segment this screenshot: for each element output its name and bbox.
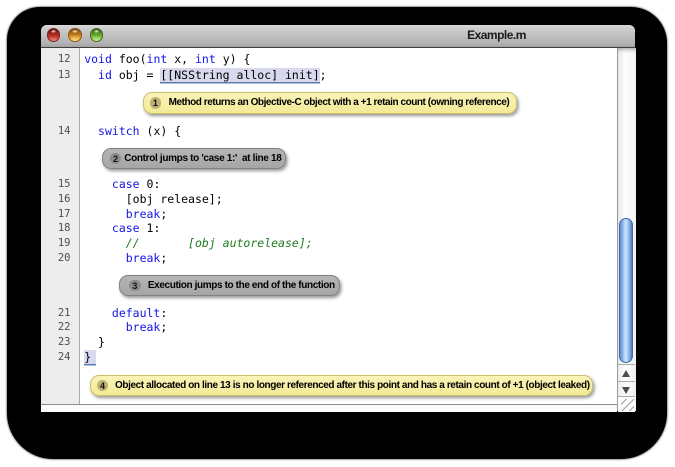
resize-grip[interactable]: [618, 396, 635, 412]
scrollbar-thumb[interactable]: [619, 218, 633, 363]
line-number-gutter: 1112131415161718192021222324: [41, 48, 80, 404]
code-line: case 1:: [84, 221, 160, 236]
code-line: break;: [84, 251, 167, 266]
down-arrow-icon: [622, 387, 630, 394]
code-segment: x,: [167, 52, 195, 66]
code-segment: case: [112, 177, 140, 191]
code-segment: switch: [98, 124, 140, 138]
code-segment: 0:: [140, 177, 161, 191]
code-line: }: [84, 350, 95, 365]
line-number: 14: [58, 124, 71, 139]
line-number: 24: [58, 350, 71, 365]
code-segment: foo(: [112, 52, 147, 66]
zoom-button[interactable]: [90, 28, 104, 42]
code-segment: id: [98, 68, 112, 82]
code-line: break;: [84, 320, 167, 335]
bubble-text: Control jumps to 'case 1:' at line 18: [124, 149, 281, 169]
bubble-text: Execution jumps to the end of the functi…: [148, 276, 335, 296]
line-number: 23: [58, 335, 71, 350]
code-segment: [84, 221, 112, 235]
code-segment: :: [160, 306, 167, 320]
analyzer-bubble-2[interactable]: 2Control jumps to 'case 1:' at line 18: [102, 148, 286, 170]
code-line: case 0:: [84, 177, 160, 192]
code-segment: [84, 320, 126, 334]
scroll-up-button[interactable]: [618, 364, 635, 381]
analyzer-bubble-4[interactable]: 4 Object allocated on line 13 is no longe…: [90, 375, 594, 397]
code-segment: int: [147, 52, 168, 66]
code-segment: (x) {: [140, 124, 182, 138]
code-segment: [84, 68, 98, 82]
close-button[interactable]: [47, 28, 61, 42]
step-badge: 1: [150, 97, 162, 109]
code-segment: ;: [320, 68, 327, 82]
code-segment: default: [112, 306, 160, 320]
code-segment: ;: [160, 207, 167, 221]
highlighted-code: }: [84, 350, 95, 364]
line-number: 13: [58, 68, 71, 83]
horizontal-scrollbar-track[interactable]: [41, 404, 617, 412]
code-segment: case: [112, 221, 140, 235]
highlighted-code: [[NSString alloc] init]: [160, 68, 319, 82]
code-segment: int: [195, 52, 216, 66]
code-segment: obj =: [112, 68, 160, 82]
up-arrow-icon: [622, 370, 630, 377]
line-number: 12: [58, 52, 71, 67]
code-line: [obj release];: [84, 192, 222, 207]
analyzer-bubble-1[interactable]: 1 Method returns an Objective-C object wi…: [143, 92, 517, 114]
code-segment: [84, 124, 98, 138]
line-number: 19: [58, 236, 71, 251]
code-segment: [84, 306, 112, 320]
minimize-button[interactable]: [68, 28, 82, 42]
step-badge: 2: [110, 153, 122, 165]
line-number: 20: [58, 251, 71, 266]
analyzer-bubble-3[interactable]: 3 Execution jumps to the end of the funct…: [119, 275, 340, 297]
code-segment: // [obj autorelease];: [84, 236, 312, 250]
code-line: switch (x) {: [84, 124, 181, 139]
editor-window: Example.m 1112131415161718192021222324 v…: [41, 25, 635, 411]
code-segment: [84, 177, 112, 191]
step-badge: 3: [129, 280, 141, 292]
line-number: 16: [58, 192, 71, 207]
code-segment: [obj release];: [84, 192, 222, 206]
bubble-text: Method returns an Objective-C object wit…: [169, 93, 510, 113]
step-badge: 4: [97, 380, 109, 392]
code-segment: ;: [160, 320, 167, 334]
code-segment: [84, 251, 126, 265]
code-segment: [84, 207, 126, 221]
code-segment: break: [126, 207, 161, 221]
code-line: break;: [84, 207, 167, 222]
code-segment: break: [126, 251, 161, 265]
code-line: void foo(int x, int y) {: [84, 52, 250, 67]
code-segment: ;: [160, 251, 167, 265]
code-segment: 1:: [140, 221, 161, 235]
code-editor[interactable]: void foo(int x, int y) { id obj = [[NSSt…: [80, 48, 617, 404]
code-line: id obj = [[NSString alloc] init];: [84, 68, 326, 83]
code-segment: y) {: [216, 52, 251, 66]
code-line: default:: [84, 306, 167, 321]
code-segment: break: [126, 320, 161, 334]
code-segment: }: [84, 335, 105, 349]
bubble-text: Object allocated on line 13 is no longer…: [115, 376, 590, 396]
line-number: 22: [58, 320, 71, 335]
window-title: Example.m: [436, 25, 558, 47]
code-line: }: [84, 335, 105, 350]
code-line: // [obj autorelease];: [84, 236, 312, 251]
resize-grip-icon: [621, 399, 634, 411]
line-number: 18: [58, 221, 71, 236]
line-number: 15: [58, 177, 71, 192]
vertical-scrollbar[interactable]: [617, 48, 636, 411]
title-bar[interactable]: Example.m: [41, 25, 635, 48]
scroll-down-button[interactable]: [618, 381, 635, 397]
line-number: 21: [58, 306, 71, 321]
line-number: 17: [58, 207, 71, 222]
code-segment: void: [84, 52, 112, 66]
